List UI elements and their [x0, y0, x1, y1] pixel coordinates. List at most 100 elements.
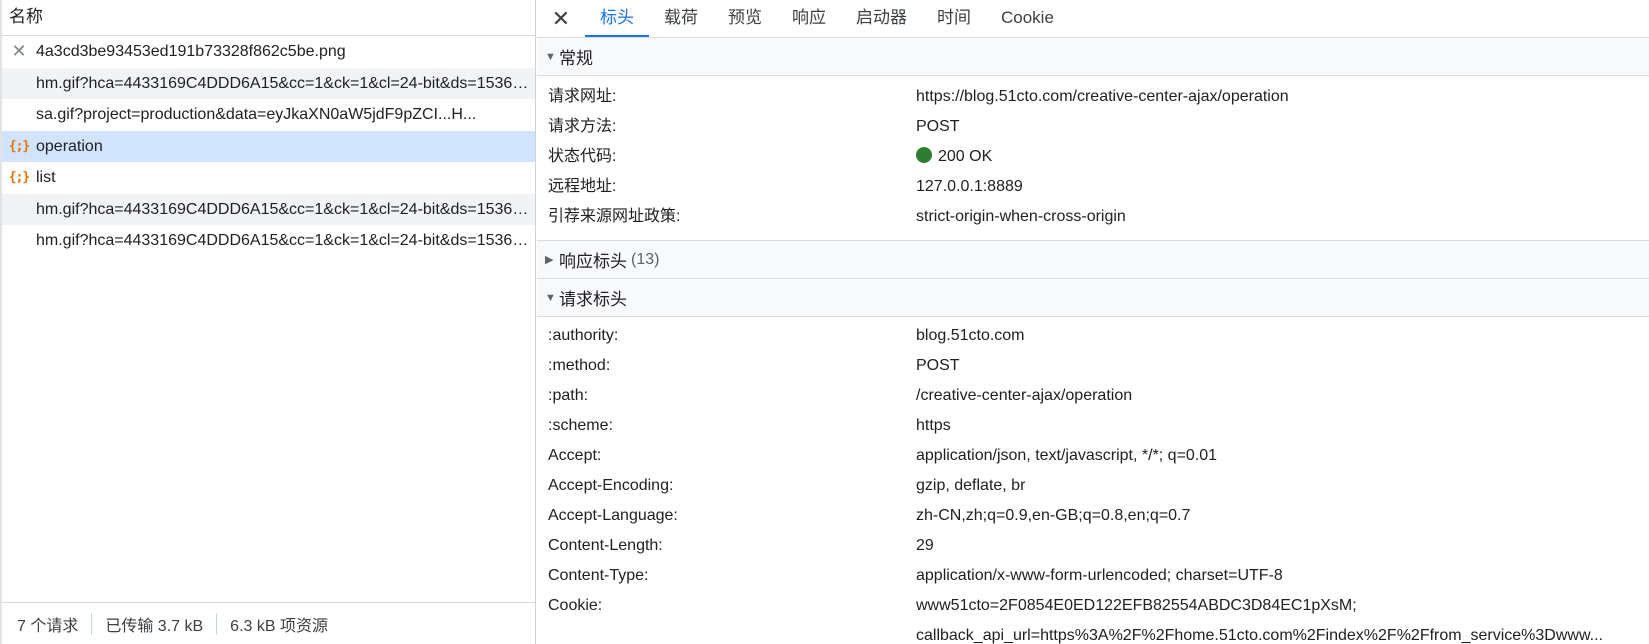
tab-1[interactable]: 载荷	[649, 0, 713, 37]
section-title: 常规	[559, 49, 593, 68]
triangle-down-icon: ▼	[545, 50, 556, 63]
triangle-right-icon: ▶	[545, 254, 554, 266]
header-row: :authority: blog.51cto.com	[537, 321, 1649, 351]
json-icon: {;}	[8, 170, 30, 186]
header-value[interactable]: /creative-center-ajax/operation	[916, 381, 1132, 411]
request-headers-body: :authority: blog.51cto.com:method: POST:pa…	[537, 317, 1649, 644]
header-key: Content-Length:	[548, 537, 663, 554]
section-title: 响应标头	[559, 252, 627, 271]
header-key: Accept:	[548, 447, 602, 464]
tab-2[interactable]: 预览	[713, 0, 777, 37]
triangle-down-icon: ▼	[545, 291, 556, 304]
request-row[interactable]: hm.gif?hca=4433169C4DDD6A15&cc=1&ck=1&cl…	[2, 225, 535, 257]
status-bar: 7 个请求 已传输 3.7 kB 6.3 kB 项资源	[2, 602, 535, 644]
request-count: 7 个请求	[17, 617, 79, 635]
header-key: 远程地址:	[548, 178, 617, 195]
header-value[interactable]: 200 OK	[916, 142, 992, 172]
section-title: 请求标头	[559, 290, 627, 309]
header-value[interactable]: www51cto=2F0854E0ED122EFB82554ABDC3D84EC…	[916, 591, 1357, 621]
request-row[interactable]: hm.gif?hca=4433169C4DDD6A15&cc=1&ck=1&cl…	[2, 67, 535, 99]
transferred-size: 已传输 3.7 kB	[105, 617, 204, 635]
header-key: 请求网址:	[548, 88, 617, 105]
request-row[interactable]: sa.gif?project=production&data=eyJkaXN0a…	[2, 99, 535, 131]
header-row: Cookie: www51cto=2F0854E0ED122EFB82554ABD…	[537, 591, 1649, 621]
header-row: 请求方法: POST	[537, 112, 1649, 142]
close-icon[interactable]: ✕	[537, 0, 585, 37]
header-value[interactable]: 127.0.0.1:8889	[916, 172, 1023, 202]
request-row[interactable]: ✕ 4a3cd3be93453ed191b73328f862c5be.png	[2, 36, 535, 68]
header-key: Accept-Language:	[548, 507, 678, 524]
header-row: :path: /creative-center-ajax/operation	[537, 381, 1649, 411]
status-text: 200 OK	[938, 148, 993, 165]
header-value[interactable]: 29	[916, 531, 934, 561]
header-key: 状态代码:	[548, 148, 617, 165]
header-key: :method:	[548, 357, 611, 374]
request-list: ✕ 4a3cd3be93453ed191b73328f862c5be.png hm.…	[2, 36, 535, 257]
json-icon: {;}	[8, 138, 30, 154]
header-value[interactable]: strict-origin-when-cross-origin	[916, 202, 1126, 232]
header-row: 请求网址: https://blog.51cto.com/creative-cen…	[537, 82, 1649, 112]
tab-6[interactable]: Cookie	[986, 0, 1069, 37]
header-row: Content-Length: 29	[537, 531, 1649, 561]
request-list-panel: 名称 ✕ 4a3cd3be93453ed191b73328f862c5be.png…	[0, 0, 536, 644]
header-value[interactable]: application/x-www-form-urlencoded; chars…	[916, 561, 1283, 591]
request-row[interactable]: {;} list	[2, 162, 535, 194]
header-value[interactable]: zh-CN,zh;q=0.9,en-GB;q=0.8,en;q=0.7	[916, 501, 1190, 531]
header-key: :scheme:	[548, 417, 613, 434]
request-name: hm.gif?hca=4433169C4DDD6A15&cc=1&ck=1&cl…	[36, 74, 535, 92]
status-ok-icon	[916, 147, 932, 163]
header-key: Cookie:	[548, 597, 603, 614]
request-name: hm.gif?hca=4433169C4DDD6A15&cc=1&ck=1&cl…	[36, 232, 535, 250]
details-tabs: ✕ 标头 载荷 预览 响应 启动器 时间 Cookie	[537, 0, 1649, 38]
header-key: 请求方法:	[548, 118, 617, 135]
response-headers-section: ▶ 响应标头 (13)	[537, 241, 1649, 279]
header-value[interactable]: POST	[916, 112, 960, 142]
header-key: :authority:	[548, 327, 619, 344]
header-key: 引荐来源网址政策:	[548, 208, 681, 225]
response-headers-header[interactable]: ▶ 响应标头 (13)	[537, 241, 1649, 279]
header-value[interactable]: blog.51cto.com	[916, 321, 1025, 351]
header-count: (13)	[631, 250, 660, 268]
request-row[interactable]: hm.gif?hca=4433169C4DDD6A15&cc=1&ck=1&cl…	[2, 193, 535, 225]
header-row: Accept-Language: zh-CN,zh;q=0.9,en-GB;q=0…	[537, 501, 1649, 531]
header-key: Content-Type:	[548, 567, 649, 584]
failed-icon: ✕	[11, 41, 27, 62]
tab-5[interactable]: 时间	[922, 0, 986, 37]
request-name: hm.gif?hca=4433169C4DDD6A15&cc=1&ck=1&cl…	[36, 200, 535, 218]
header-row: 远程地址: 127.0.0.1:8889	[537, 172, 1649, 202]
header-value[interactable]: gzip, deflate, br	[916, 471, 1025, 501]
general-section-body: 请求网址: https://blog.51cto.com/creative-cen…	[537, 76, 1649, 241]
resources-size: 6.3 kB 项资源	[230, 617, 328, 635]
header-value[interactable]: https	[916, 411, 951, 441]
header-key: Accept-Encoding:	[548, 477, 674, 494]
request-headers-header[interactable]: ▼ 请求标头	[537, 279, 1649, 317]
tab-0[interactable]: 标头	[585, 0, 649, 37]
header-row: 状态代码: 200 OK	[537, 142, 1649, 172]
request-name: list	[36, 169, 56, 187]
header-row: :scheme: https	[537, 411, 1649, 441]
tab-4[interactable]: 启动器	[841, 0, 922, 37]
general-section: ▼ 常规 请求网址: https://blog.51cto.com/creativ…	[537, 38, 1649, 241]
header-row: Accept: application/json, text/javascript…	[537, 441, 1649, 471]
name-column-header[interactable]: 名称	[2, 0, 535, 36]
header-key: :path:	[548, 387, 589, 404]
tab-3[interactable]: 响应	[777, 0, 841, 37]
divider	[91, 612, 93, 635]
request-name: 4a3cd3be93453ed191b73328f862c5be.png	[36, 43, 346, 61]
header-row: Accept-Encoding: gzip, deflate, br	[537, 471, 1649, 501]
header-row: 引荐来源网址政策: strict-origin-when-cross-origin	[537, 202, 1649, 232]
header-key	[537, 621, 916, 644]
request-name: operation	[36, 137, 103, 155]
request-headers-section: ▼ 请求标头 :authority: blog.51cto.com :method:…	[537, 279, 1649, 644]
request-row[interactable]: {;} operation	[2, 130, 535, 162]
header-value[interactable]: callback_api_url=https%3A%2F%2Fhome.51ct…	[916, 621, 1603, 644]
details-panel: ✕ 标头 载荷 预览 响应 启动器 时间 Cookie ▼ 常规 请求网址: https://…	[537, 0, 1649, 644]
header-value[interactable]: application/json, text/javascript, */*; …	[916, 441, 1217, 471]
request-name: sa.gif?project=production&data=eyJkaXN0a…	[36, 106, 477, 124]
header-value[interactable]: POST	[916, 351, 960, 381]
general-section-header[interactable]: ▼ 常规	[537, 38, 1649, 76]
divider	[216, 612, 218, 635]
header-row: Content-Type: application/x-www-form-urle…	[537, 561, 1649, 591]
header-value[interactable]: https://blog.51cto.com/creative-center-a…	[916, 82, 1289, 112]
header-row: callback_api_url=https%3A%2F%2Fhome.51ct…	[537, 621, 1649, 644]
